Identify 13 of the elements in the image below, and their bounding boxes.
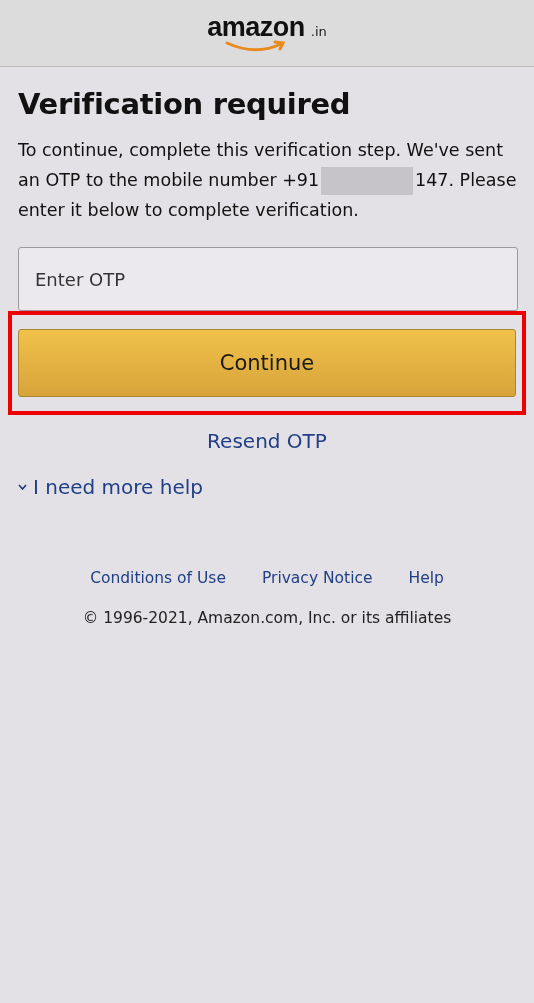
logo-suffix: .in xyxy=(310,24,327,39)
logo-text: amazon xyxy=(207,12,305,43)
footer-link[interactable]: Privacy Notice xyxy=(261,569,373,587)
resend-otp-link[interactable]: Resend OTP xyxy=(207,429,327,453)
footer-link[interactable]: Help xyxy=(408,569,444,587)
help-toggle-link[interactable]: I need more help xyxy=(33,475,203,499)
otp-input-field[interactable]: Enter OTP xyxy=(18,247,518,311)
verification-message: To continue, complete this verification step. We've sent an OTP to the mobile number +91 147. Please enter it below to complete verification. xyxy=(18,139,518,222)
page-title: Verification required xyxy=(18,87,352,121)
caret-icon[interactable] xyxy=(18,484,27,490)
copyright-text: © 1996-2021, Amazon.com, Inc. or its affiliates xyxy=(81,609,453,627)
footer-link[interactable]: Conditions of Use xyxy=(90,569,226,587)
continue-button[interactable]: Continue xyxy=(18,329,516,397)
